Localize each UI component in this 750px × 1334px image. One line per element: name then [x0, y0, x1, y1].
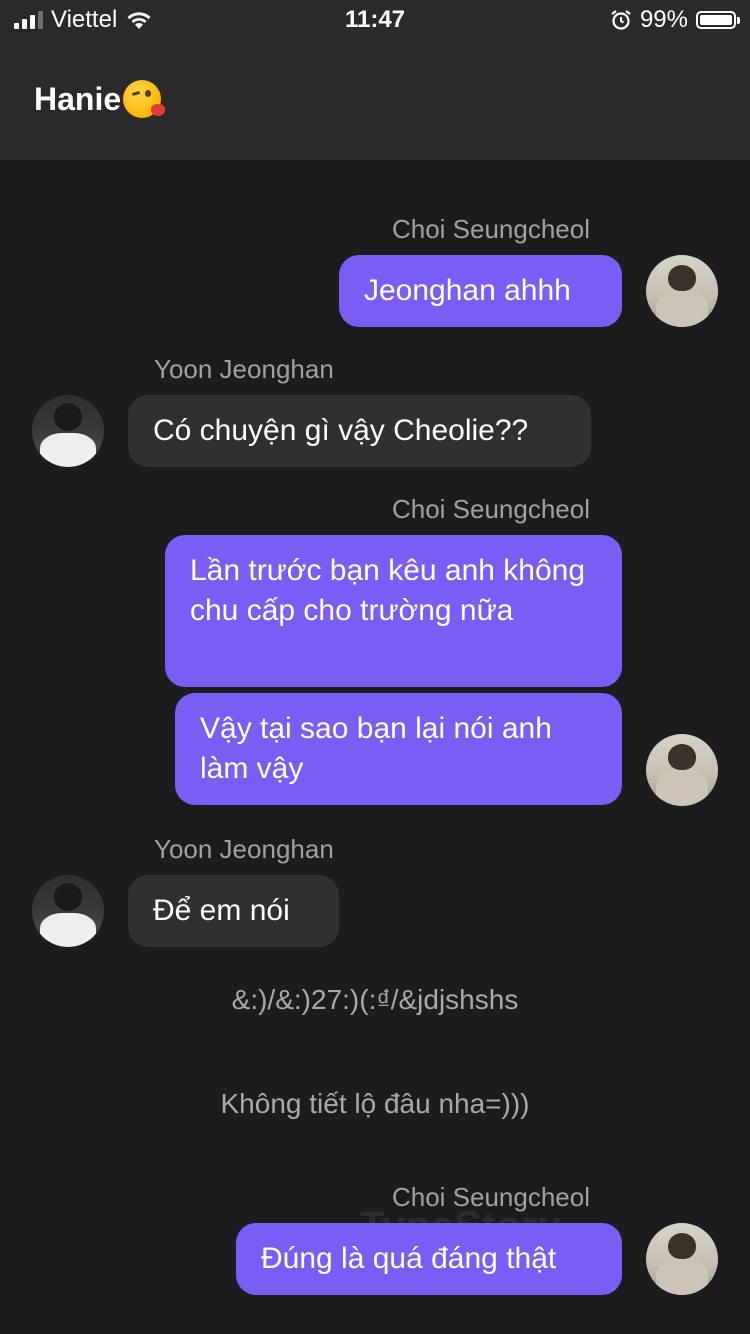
sender-name: Yoon Jeonghan — [154, 354, 334, 384]
status-right: 99% — [610, 6, 740, 34]
battery-percent: 99% — [639, 6, 688, 33]
sender-name: Choi Seungcheol — [391, 494, 590, 524]
kissing-face-with-heart-icon — [123, 80, 166, 118]
sender-name: Choi Seungcheol — [391, 214, 590, 244]
avatar-choi-seungcheol[interactable] — [646, 1223, 718, 1295]
message-bubble-incoming[interactable]: Để em nói — [128, 875, 339, 947]
message-bubble-outgoing[interactable]: Vậy tại sao bạn lại nói anh làm vậy — [175, 693, 622, 805]
message-bubble-outgoing[interactable]: Lần trước bạn kêu anh không chu cấp cho … — [165, 535, 622, 687]
sender-name: Yoon Jeonghan — [154, 834, 334, 864]
avatar-choi-seungcheol[interactable] — [646, 255, 718, 327]
battery-icon — [696, 11, 740, 29]
narration-text: &:)/&:)27:)(:₫/&jdjshshs — [231, 984, 519, 1015]
status-bar: Viettel 11:47 99% — [0, 0, 750, 40]
message-bubble-outgoing[interactable]: Đúng là quá đáng thật — [236, 1223, 622, 1295]
alarm-icon — [611, 10, 631, 30]
avatar-choi-seungcheol[interactable] — [646, 734, 718, 806]
avatar-yoon-jeonghan[interactable] — [32, 875, 104, 947]
narration-text: Không tiết lộ đâu nha=))) — [220, 1088, 530, 1119]
message-bubble-incoming[interactable]: Có chuyện gì vậy Cheolie?? — [128, 395, 591, 467]
message-bubble-outgoing[interactable]: Jeonghan ahhh — [339, 255, 622, 327]
chat-title-text: Hanie — [34, 80, 122, 117]
avatar-yoon-jeonghan[interactable] — [32, 395, 104, 467]
chat-title[interactable]: Hanie — [34, 80, 166, 118]
chat-header: Hanie — [0, 40, 750, 160]
